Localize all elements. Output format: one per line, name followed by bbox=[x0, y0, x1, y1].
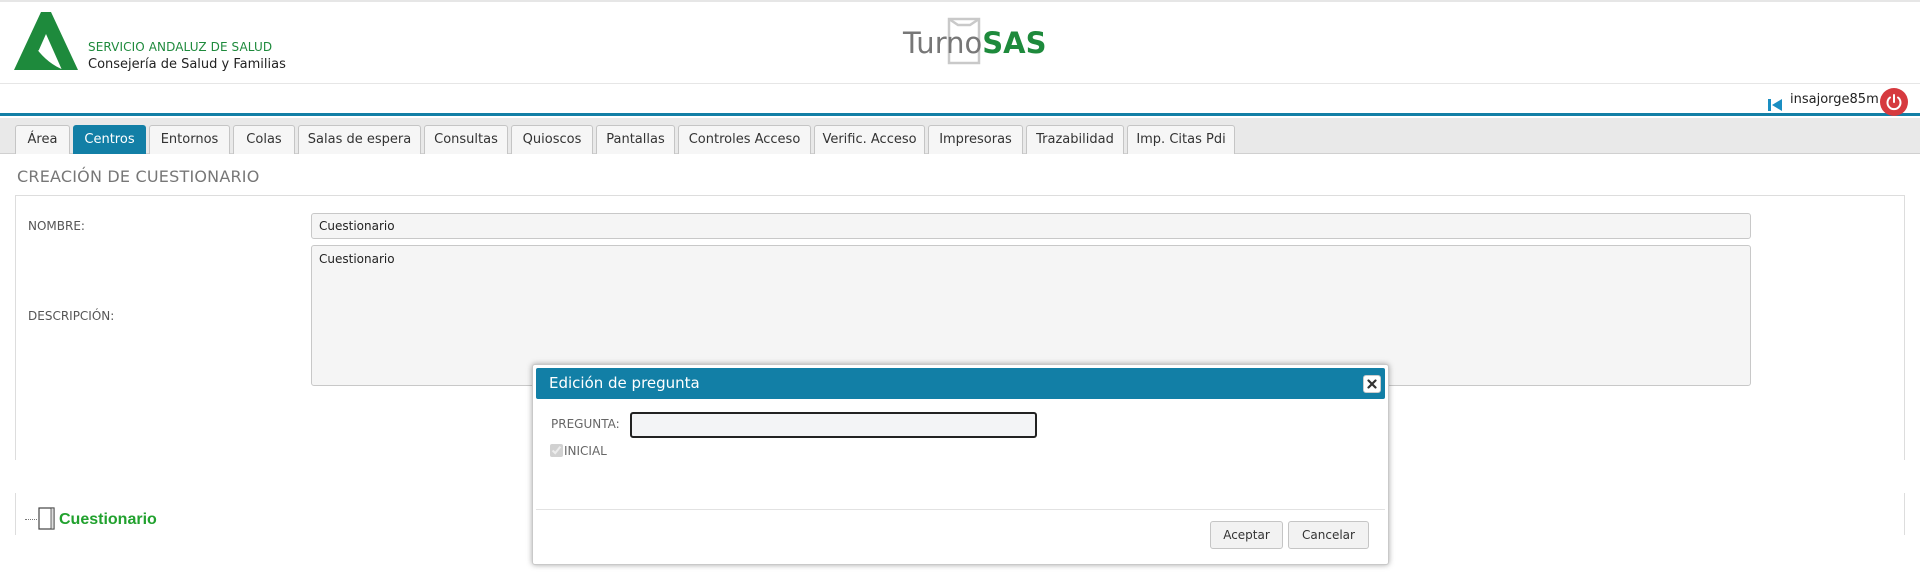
tab-imp-citas-pdi[interactable]: Imp. Citas Pdi bbox=[1127, 125, 1235, 154]
tab-colas[interactable]: Colas bbox=[233, 125, 295, 154]
tab-controles-acceso[interactable]: Controles Acceso bbox=[678, 125, 811, 154]
tab-verific-acceso[interactable]: Verific. Acceso bbox=[814, 125, 925, 154]
org-department: Consejería de Salud y Familias bbox=[88, 57, 286, 72]
page-title: CREACIÓN DE CUESTIONARIO bbox=[17, 167, 260, 186]
skip-back-icon[interactable] bbox=[1768, 99, 1782, 111]
user-bar bbox=[0, 84, 1920, 116]
tab-trazabilidad[interactable]: Trazabilidad bbox=[1026, 125, 1124, 154]
brand-turno: Turno bbox=[903, 26, 983, 60]
initial-label: INICIAL bbox=[564, 444, 607, 458]
tab-area[interactable]: Área bbox=[15, 125, 70, 154]
dialog-titlebar[interactable]: Edición de pregunta bbox=[536, 368, 1385, 399]
cancel-button[interactable]: Cancelar bbox=[1288, 521, 1369, 549]
tab-consultas[interactable]: Consultas bbox=[424, 125, 508, 154]
brand-sas: SAS bbox=[982, 26, 1047, 60]
description-label: DESCRIPCIÓN: bbox=[28, 309, 115, 323]
logout-button[interactable] bbox=[1880, 88, 1908, 116]
edit-question-dialog: Edición de pregunta PREGUNTA: INICIAL Ac… bbox=[532, 364, 1389, 565]
question-input[interactable] bbox=[630, 412, 1037, 438]
accept-button[interactable]: Aceptar bbox=[1210, 521, 1283, 549]
initial-checkbox[interactable] bbox=[550, 444, 563, 457]
org-name: SERVICIO ANDALUZ DE SALUD bbox=[88, 40, 273, 54]
close-icon bbox=[1367, 379, 1377, 389]
turnosas-logo: TurnoSAS bbox=[903, 16, 1046, 70]
tab-salas-de-espera[interactable]: Salas de espera bbox=[298, 125, 421, 154]
tab-entornos[interactable]: Entornos bbox=[149, 125, 230, 154]
tree-connector-line bbox=[25, 519, 37, 520]
tab-pantallas[interactable]: Pantallas bbox=[596, 125, 675, 154]
tree-node-cuestionario[interactable]: Cuestionario bbox=[59, 511, 157, 529]
dialog-close-button[interactable] bbox=[1363, 375, 1381, 393]
document-icon bbox=[38, 507, 55, 530]
dialog-separator bbox=[536, 509, 1385, 510]
username-label: insajorge85m bbox=[1790, 92, 1879, 107]
name-label: NOMBRE: bbox=[28, 219, 85, 233]
junta-andalucia-logo-icon bbox=[14, 12, 78, 70]
question-label: PREGUNTA: bbox=[551, 417, 620, 431]
name-field[interactable] bbox=[311, 213, 1751, 239]
power-icon bbox=[1886, 94, 1902, 111]
tab-quioscos[interactable]: Quioscos bbox=[511, 125, 593, 154]
dialog-title: Edición de pregunta bbox=[549, 374, 700, 392]
tab-impresoras[interactable]: Impresoras bbox=[928, 125, 1023, 154]
tab-centros[interactable]: Centros bbox=[73, 125, 146, 154]
